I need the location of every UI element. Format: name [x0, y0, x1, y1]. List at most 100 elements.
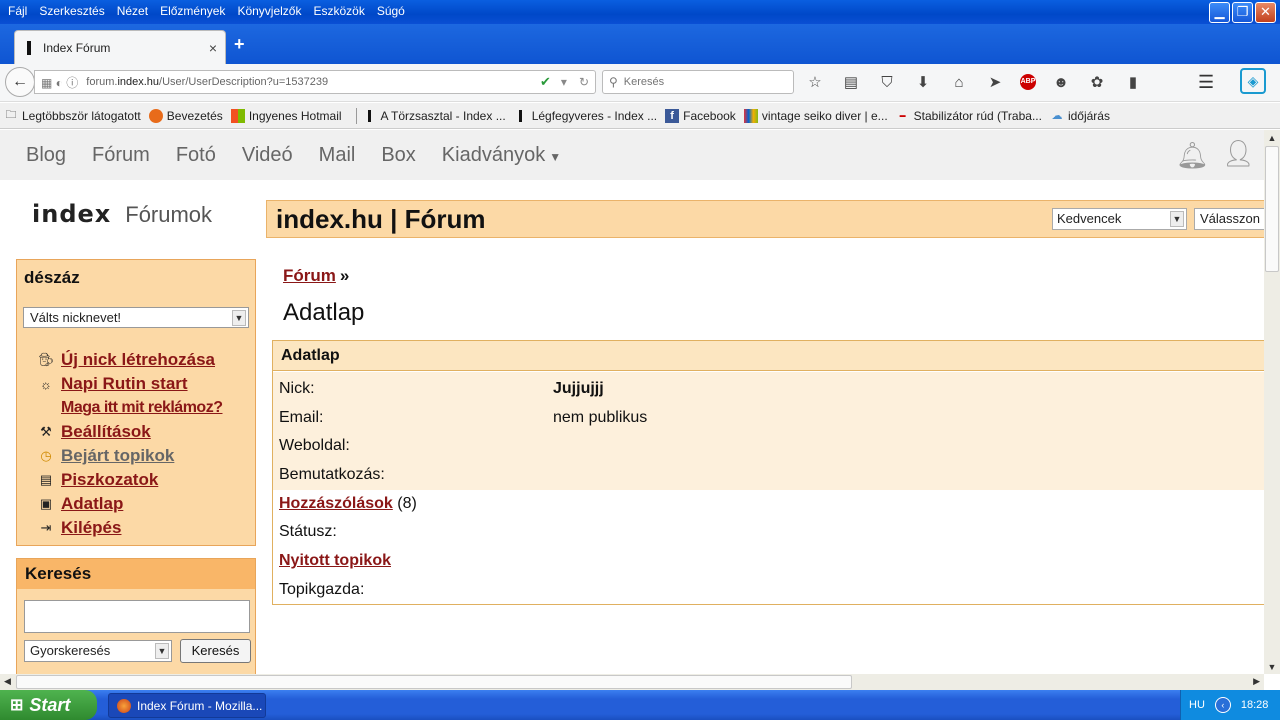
nav-mail[interactable]: Mail — [319, 144, 356, 167]
bookmark-seiko[interactable]: vintage seiko diver | e... — [743, 108, 888, 123]
clock: 18:28 — [1240, 699, 1269, 711]
sidebar-item-settings[interactable]: ⚒ Beállítások — [37, 420, 222, 444]
new-tab-button[interactable]: + — [234, 34, 245, 55]
tab-index-forum[interactable]: Index Fórum × — [14, 30, 226, 64]
page-title: Adatlap — [283, 299, 365, 326]
logo-section: Fórumok — [125, 202, 213, 227]
row-topic-host: Topikgazda: — [279, 581, 365, 598]
nav-blog[interactable]: Blog — [26, 144, 66, 167]
document-icon: ▣ — [39, 496, 53, 511]
menu-tools[interactable]: Eszközök — [307, 4, 370, 18]
page-content: Blog Fórum Fotó Videó Mail Box Kiadványo… — [0, 130, 1264, 674]
bookmark-weather[interactable]: ☁ időjárás — [1050, 109, 1110, 123]
chevron-down-icon: ▼ — [232, 310, 246, 326]
taskbar-item-firefox[interactable]: Index Fórum - Mozilla... — [108, 693, 266, 718]
menu-bar: Fájl Szerkesztés Nézet Előzmények Könyvj… — [2, 0, 411, 22]
sidebar-item-ads[interactable]: Maga itt mit reklámoz? — [37, 396, 223, 420]
bookmark-facebook[interactable]: f Facebook — [665, 108, 736, 123]
pocket-icon[interactable]: ⛉ — [876, 74, 898, 91]
clipboard-icon[interactable]: ▮ — [1122, 73, 1144, 91]
arrow-left-icon: ← — [12, 73, 28, 90]
browser-search-input[interactable] — [623, 76, 774, 88]
nav-foto[interactable]: Fotó — [176, 144, 216, 167]
close-window-button[interactable]: ✕ — [1255, 2, 1276, 23]
start-button[interactable]: ⊞ Start — [0, 690, 97, 720]
windows-flag-icon: ⊞ — [10, 697, 24, 714]
bookmarks-bar: 🗀 Legtöbbször látogatott Bevezetés Ingyen… — [0, 103, 1280, 129]
back-button[interactable]: ← — [5, 67, 35, 97]
adblock-icon[interactable]: ABP — [1020, 74, 1036, 90]
tray-expand-icon[interactable]: ‹ — [1214, 697, 1231, 713]
extension-icon[interactable]: ✿ — [1086, 73, 1108, 91]
breadcrumb-forum-link[interactable]: Fórum — [283, 266, 336, 285]
dropdown-icon[interactable]: ▾ — [561, 75, 567, 89]
send-icon[interactable]: ➤ — [984, 73, 1006, 91]
bookmark-torzsasztal[interactable]: A Törzsasztal - Index ... — [363, 109, 506, 123]
sidebar-item-profile[interactable]: ▣ Adatlap — [37, 492, 222, 516]
menu-view[interactable]: Nézet — [111, 4, 154, 18]
clock-icon: ◷ — [40, 448, 52, 463]
horizontal-scroll-thumb[interactable] — [16, 675, 852, 689]
menu-icon[interactable]: ☰ — [1198, 72, 1214, 93]
nick-switch-select[interactable]: Válts nicknevet! ▼ — [23, 307, 249, 328]
language-indicator[interactable]: HU — [1189, 699, 1205, 711]
nav-forum[interactable]: Fórum — [92, 144, 150, 167]
url-text[interactable]: forum.index.hu/User/UserDescription?u=15… — [86, 76, 540, 88]
bookmark-intro[interactable]: Bevezetés — [148, 108, 223, 123]
user-icon[interactable]: 👤︎ — [1222, 138, 1255, 169]
browser-search-bar[interactable]: ⚲ — [602, 70, 794, 94]
site-icon: ▬ — [899, 112, 906, 119]
scroll-up-icon[interactable]: ▲ — [1264, 133, 1280, 143]
feedly-icon[interactable]: ◈ — [1240, 68, 1266, 94]
download-icon[interactable]: ⬇ — [912, 73, 934, 91]
search-mode-select[interactable]: Gyorskeresés ▼ — [24, 640, 172, 662]
check-icon: ✔ — [540, 74, 551, 89]
row-introduction: Bemutatkozás: — [279, 466, 385, 483]
sidebar-item-logout[interactable]: ⇥ Kilépés — [37, 516, 222, 540]
firefox-icon — [117, 698, 131, 713]
sidebar-item-drafts[interactable]: ▤ Piszkozatok — [37, 468, 222, 492]
nav-box[interactable]: Box — [381, 144, 415, 167]
bookmark-legfegyveres[interactable]: Légfegyveres - Index ... — [514, 109, 657, 123]
minimize-button[interactable]: ▁ — [1209, 2, 1230, 23]
site-logo[interactable]: index Fórumok — [32, 200, 212, 228]
forum-title: index.hu | Fórum — [276, 204, 486, 234]
menu-edit[interactable]: Szerkesztés — [33, 4, 110, 18]
star-icon[interactable]: ☆ — [804, 73, 826, 91]
menu-help[interactable]: Súgó — [371, 4, 411, 18]
logout-icon: ⇥ — [40, 520, 52, 535]
choose-select[interactable]: Válasszon — [1194, 208, 1264, 230]
vertical-scroll-thumb[interactable] — [1265, 146, 1279, 272]
scroll-left-icon[interactable]: ◀ — [4, 676, 11, 687]
open-topics-link[interactable]: Nyitott topikok — [279, 552, 391, 569]
close-tab-icon[interactable]: × — [209, 40, 217, 56]
reload-icon[interactable]: ↻ — [579, 75, 589, 89]
home-icon[interactable]: ⌂ — [948, 74, 970, 91]
site-top-nav: Blog Fórum Fotó Videó Mail Box Kiadványo… — [0, 130, 1264, 180]
bookmark-hotmail[interactable]: Ingyenes Hotmail — [230, 108, 342, 123]
forum-search-input[interactable] — [24, 600, 250, 633]
restore-button[interactable]: ❐ — [1232, 2, 1253, 23]
forum-header: index.hu | Fórum Kedvencek ▼ Válasszon — [266, 200, 1264, 238]
menu-file[interactable]: Fájl — [2, 4, 33, 18]
scroll-down-icon[interactable]: ▼ — [1264, 662, 1280, 672]
posts-link[interactable]: Hozzászólások — [279, 495, 393, 512]
search-button[interactable]: Keresés — [180, 639, 251, 663]
scroll-right-icon[interactable]: ▶ — [1253, 676, 1260, 687]
nav-kiadvanyok[interactable]: Kiadványok ▼ — [442, 144, 561, 167]
favorites-select[interactable]: Kedvencek ▼ — [1052, 208, 1187, 230]
sidebar-item-new-nick[interactable]: 🕵︎ Új nick létrehozása — [37, 348, 222, 372]
menu-bookmarks[interactable]: Könyvjelzők — [231, 4, 307, 18]
bookmark-most-visited[interactable]: 🗀 Legtöbbször látogatott — [4, 109, 141, 123]
sidebar-item-visited-topics[interactable]: ◷ Bejárt topikok — [37, 444, 222, 468]
sidebar-item-daily-routine[interactable]: ☼ Napi Rutin start — [37, 372, 222, 396]
ebay-icon — [743, 108, 758, 123]
chat-icon[interactable]: ☻ — [1050, 74, 1072, 91]
bookmark-stabilizator[interactable]: ▬ Stabilizátor rúd (Traba... — [896, 109, 1042, 123]
nav-video[interactable]: Videó — [242, 144, 293, 167]
row-email: Email: nem publikus — [279, 409, 648, 426]
url-bar[interactable]: ▦ ◐ ⓘ forum.index.hu/User/UserDescriptio… — [34, 70, 596, 94]
menu-history[interactable]: Előzmények — [154, 4, 231, 18]
reading-list-icon[interactable]: ▤ — [840, 73, 862, 91]
bell-icon[interactable]: 🔔︎ — [1176, 140, 1209, 171]
